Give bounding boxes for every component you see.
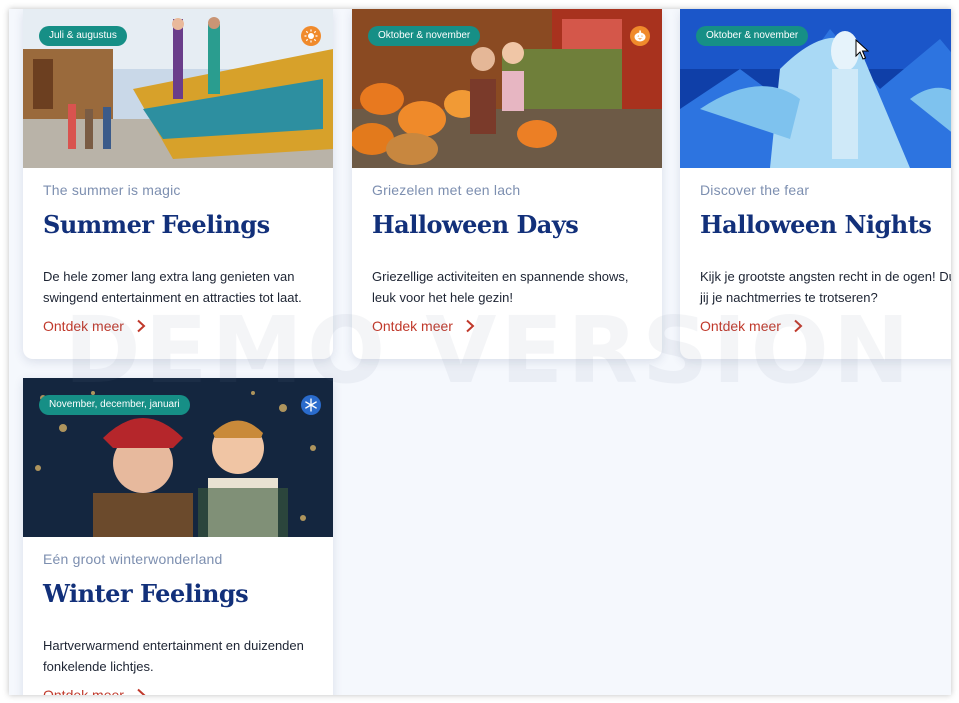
card-summer-feelings[interactable]: Juli & augustus The summer is magic Summ… bbox=[23, 9, 333, 359]
pumpkin-icon bbox=[630, 26, 650, 46]
card-title[interactable]: Winter Feelings bbox=[43, 579, 313, 619]
ontdek-meer-link[interactable]: Ontdek meer bbox=[43, 687, 146, 695]
chevron-right-icon bbox=[137, 319, 146, 333]
link-label: Ontdek meer bbox=[372, 318, 453, 334]
description-line: fonkelende lichtjes. bbox=[43, 659, 154, 674]
chevron-right-icon bbox=[466, 319, 475, 333]
card-subtitle: Discover the fear bbox=[700, 182, 810, 198]
link-label: Ontdek meer bbox=[700, 318, 781, 334]
description-line: jij je nachtmerries te trotseren? bbox=[700, 290, 878, 305]
card-description: Hartverwarmend entertainment en duizende… bbox=[43, 635, 313, 677]
description-line: Hartverwarmend entertainment en duizende… bbox=[43, 638, 304, 653]
card-subtitle: Eén groot winterwonderland bbox=[43, 551, 223, 567]
ontdek-meer-link[interactable]: Ontdek meer bbox=[372, 318, 475, 334]
card-image-halloween-nights[interactable]: Oktober & november bbox=[680, 9, 951, 168]
description-line: Griezellige activiteiten en spannende sh… bbox=[372, 269, 629, 284]
season-badge: Oktober & november bbox=[368, 26, 481, 46]
card-image-winter[interactable]: November, december, januari bbox=[23, 378, 333, 537]
card-subtitle: Griezelen met een lach bbox=[372, 182, 521, 198]
card-image-summer[interactable]: Juli & augustus bbox=[23, 9, 333, 168]
card-description: Griezellige activiteiten en spannende sh… bbox=[372, 266, 642, 308]
sun-icon bbox=[301, 26, 321, 46]
card-halloween-nights[interactable]: Oktober & november Discover the fear Hal… bbox=[680, 9, 951, 359]
card-halloween-days[interactable]: Oktober & november Griezelen met een lac… bbox=[352, 9, 662, 359]
link-label: Ontdek meer bbox=[43, 318, 124, 334]
season-badge: November, december, januari bbox=[39, 395, 190, 415]
ontdek-meer-link[interactable]: Ontdek meer bbox=[700, 318, 803, 334]
description-line: swingend entertainment en attracties tot… bbox=[43, 290, 302, 305]
season-badge: Juli & augustus bbox=[39, 26, 127, 46]
page-viewport: Juli & augustus The summer is magic Summ… bbox=[9, 9, 951, 695]
season-badge: Oktober & november bbox=[696, 26, 809, 46]
snowflake-icon bbox=[301, 395, 321, 415]
description-line: De hele zomer lang extra lang genieten v… bbox=[43, 269, 295, 284]
card-description: Kijk je grootste angsten recht in de oge… bbox=[700, 266, 951, 308]
card-winter-feelings[interactable]: November, december, januari Eén groot wi… bbox=[23, 378, 333, 695]
chevron-right-icon bbox=[137, 688, 146, 695]
link-label: Ontdek meer bbox=[43, 687, 124, 695]
card-title[interactable]: Summer Feelings bbox=[43, 210, 313, 250]
mouse-cursor-icon bbox=[855, 39, 869, 60]
ontdek-meer-link[interactable]: Ontdek meer bbox=[43, 318, 146, 334]
card-subtitle: The summer is magic bbox=[43, 182, 181, 198]
description-line: leuk voor het hele gezin! bbox=[372, 290, 513, 305]
card-title[interactable]: Halloween Nights bbox=[700, 210, 951, 250]
card-image-halloween-days[interactable]: Oktober & november bbox=[352, 9, 662, 168]
chevron-right-icon bbox=[794, 319, 803, 333]
description-line: Kijk je grootste angsten recht in de oge… bbox=[700, 269, 951, 284]
card-title[interactable]: Halloween Days bbox=[372, 210, 642, 250]
card-description: De hele zomer lang extra lang genieten v… bbox=[43, 266, 313, 308]
